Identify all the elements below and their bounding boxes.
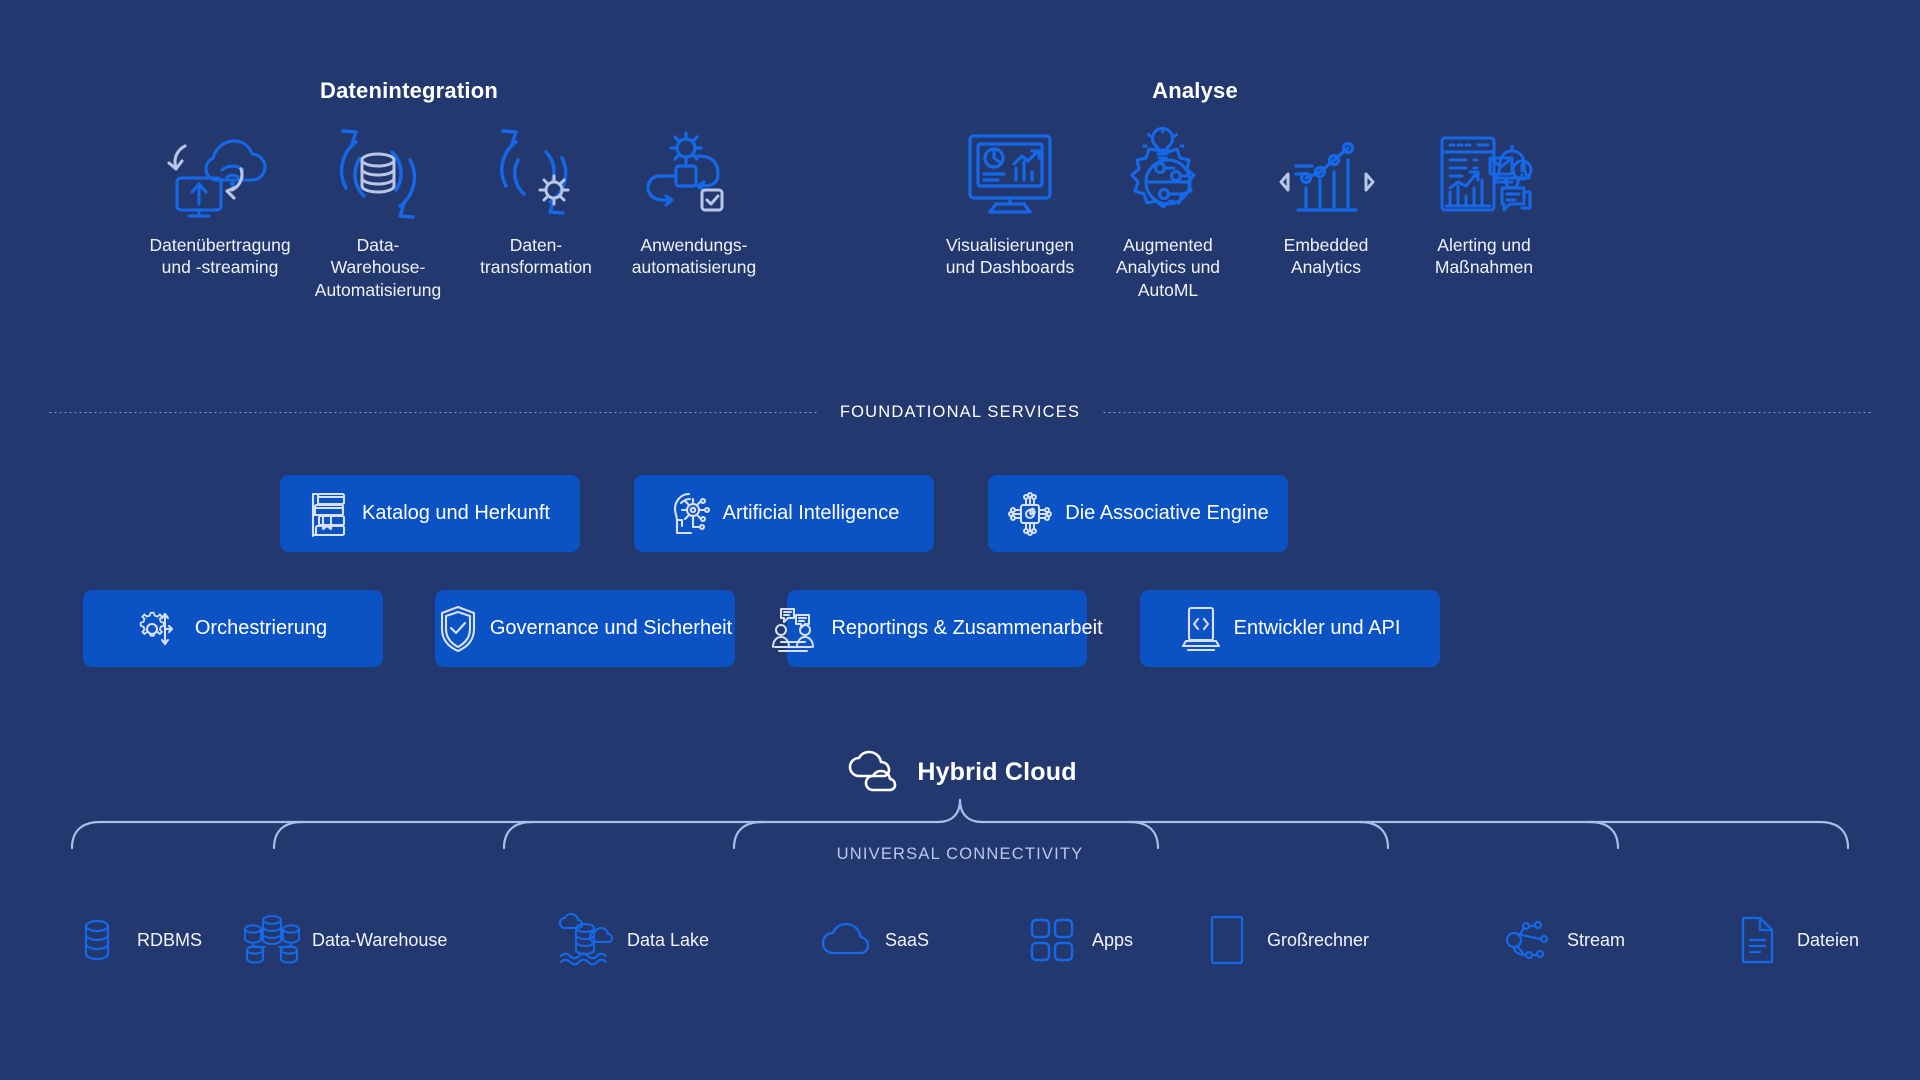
source-item-rdbms[interactable]: RDBMS (70, 895, 202, 985)
service-pill-label: Reportings & Zusammenarbeit (831, 617, 1103, 639)
source-item-data-lake[interactable]: Data Lake (558, 895, 710, 985)
capability-label: Data- Warehouse- Automatisierung (314, 235, 442, 300)
capability-card-dwh-automatisierung[interactable]: Data- Warehouse- Automatisierung (313, 128, 443, 301)
code-laptop-icon (1180, 605, 1222, 653)
cloud-icon (843, 750, 901, 792)
alerting-actions-icon (1419, 128, 1549, 220)
service-pill-orchestrierung[interactable]: Orchestrierung (83, 590, 383, 667)
source-item-stream[interactable]: Stream (1500, 895, 1625, 985)
books-catalog-icon (310, 491, 350, 537)
source-label: Großrechner (1267, 929, 1370, 950)
file-document-icon (1730, 907, 1784, 973)
service-pill-artificial-intelligence[interactable]: Artificial Intelligence (634, 475, 934, 552)
data-warehouse-automation-icon (313, 128, 443, 220)
foundational-services-divider: FOUNDATIONAL SERVICES (0, 392, 1920, 432)
database-icon (70, 907, 124, 973)
data-warehouse-cluster-icon (243, 907, 301, 973)
mainframe-icon (1200, 907, 1254, 973)
capability-card-datentransformation[interactable]: Daten- transformation (471, 128, 601, 279)
service-pill-governance-sicherheit[interactable]: Governance und Sicherheit (435, 590, 735, 667)
data-sources-row: RDBMS Data-Warehouse Data Lake SaaS Apps… (0, 895, 1920, 985)
data-transfer-streaming-icon (155, 128, 285, 220)
source-item-dateien[interactable]: Dateien (1730, 895, 1859, 985)
service-pill-label: Orchestrierung (194, 617, 328, 639)
chip-engine-icon (1007, 491, 1053, 537)
stream-nodes-icon (1500, 907, 1554, 973)
service-pill-katalog-und-herkunft[interactable]: Katalog und Herkunft (280, 475, 580, 552)
capability-card-alerting[interactable]: Alerting und Maßnahmen (1419, 128, 1549, 279)
capability-card-augmented-analytics[interactable]: Augmented Analytics und AutoML (1103, 126, 1233, 301)
source-label: Data-Warehouse (312, 929, 448, 950)
datenintegration-card-row: Datenübertragung und -streaming Data- Wa… (149, 128, 759, 301)
top-capabilities-zone: Datenintegration Analyse Datenübertragun… (0, 0, 1920, 375)
capability-label: Daten- transformation (480, 235, 592, 278)
service-pill-reportings-zusammenarbeit[interactable]: Reportings & Zusammenarbeit (772, 590, 1103, 667)
source-item-apps[interactable]: Apps (1025, 895, 1133, 985)
visualizations-dashboards-icon (945, 128, 1075, 220)
cloud-saas-icon (818, 907, 872, 973)
application-automation-icon (629, 128, 759, 220)
augmented-analytics-automl-icon (1103, 126, 1233, 220)
service-pill-entwickler-api[interactable]: Entwickler und API (1140, 590, 1440, 667)
source-label: Stream (1567, 929, 1626, 950)
data-transformation-icon (471, 128, 601, 220)
service-pill-label: Katalog und Herkunft (362, 502, 550, 524)
capability-card-embedded-analytics[interactable]: Embedded Analytics (1261, 128, 1391, 279)
service-pill-associative-engine[interactable]: Die Associative Engine (988, 475, 1288, 552)
service-pill-label: Governance und Sicherheit (489, 617, 733, 639)
source-label: Dateien (1797, 929, 1860, 950)
capability-label: Alerting und Maßnahmen (1434, 235, 1534, 278)
capability-card-visualisierungen[interactable]: Visualisierungen und Dashboards (945, 128, 1075, 279)
capability-label: Visualisierungen und Dashboards (945, 235, 1075, 278)
source-label: Apps (1092, 929, 1134, 950)
infographic-canvas: Datenintegration Analyse Datenübertragun… (0, 0, 1920, 1080)
group-title-datenintegration: Datenintegration (320, 78, 498, 103)
source-label: RDBMS (137, 929, 203, 950)
service-pill-label: Artificial Intelligence (722, 502, 900, 524)
source-label: SaaS (885, 929, 930, 950)
source-item-saas[interactable]: SaaS (818, 895, 929, 985)
hybrid-cloud-block: Hybrid Cloud (0, 742, 1920, 802)
capability-label: Anwendungs- automatisierung (631, 235, 757, 278)
ai-head-icon (669, 491, 711, 537)
universal-connectivity-brace (0, 798, 1920, 880)
data-lake-icon (558, 907, 614, 973)
embedded-analytics-icon (1261, 128, 1391, 220)
source-label: Data Lake (627, 929, 710, 950)
hybrid-cloud-label: Hybrid Cloud (917, 757, 1077, 786)
group-title-analyse: Analyse (1152, 78, 1238, 103)
capability-card-anwendungsautomatisierung[interactable]: Anwendungs- automatisierung (629, 128, 759, 279)
divider-label: FOUNDATIONAL SERVICES (839, 402, 1081, 421)
shield-check-icon (438, 605, 478, 653)
capability-label: Datenübertragung und -streaming (149, 235, 291, 278)
collaboration-icon (771, 605, 819, 653)
capability-label: Augmented Analytics und AutoML (1115, 235, 1221, 300)
analyse-card-row: Visualisierungen und Dashboards Augmente… (945, 126, 1549, 301)
universal-connectivity-label: UNIVERSAL CONNECTIVITY (836, 845, 1084, 863)
capability-card-datenuebertragung[interactable]: Datenübertragung und -streaming (149, 128, 291, 279)
service-pill-label: Entwickler und API (1233, 617, 1401, 639)
capability-label: Embedded Analytics (1283, 235, 1369, 278)
gear-orchestration-icon (139, 606, 183, 652)
divider-line-left (48, 411, 818, 413)
apps-grid-icon (1025, 907, 1079, 973)
service-pill-label: Die Associative Engine (1065, 502, 1269, 524)
source-item-data-warehouse[interactable]: Data-Warehouse (243, 895, 448, 985)
source-item-grossrechner[interactable]: Großrechner (1200, 895, 1369, 985)
divider-line-right (1102, 411, 1873, 413)
